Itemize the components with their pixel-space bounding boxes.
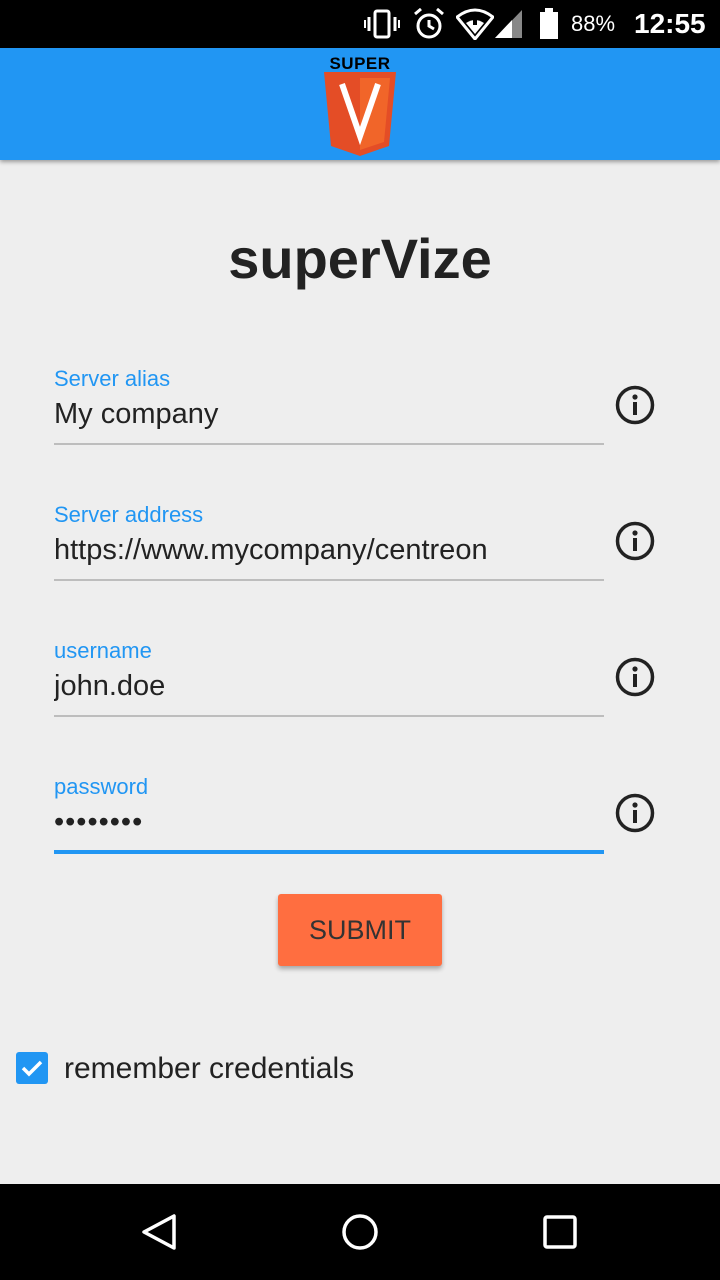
app-bar: SUPER V (0, 48, 720, 160)
remember-credentials-checkbox[interactable] (16, 1052, 48, 1084)
username-field: username (54, 638, 604, 722)
logo-shield-icon: V (324, 72, 396, 156)
server-alias-field: Server alias (54, 366, 604, 450)
username-underline (54, 715, 604, 717)
wifi-icon (456, 8, 494, 40)
server-address-underline (54, 579, 604, 581)
battery-percent: 88% (571, 11, 616, 36)
page-title: superVize (228, 227, 492, 290)
password-label: password (54, 774, 149, 799)
app-logo: SUPER V (322, 54, 398, 156)
username-label: username (54, 638, 152, 663)
server-address-label: Server address (54, 502, 204, 527)
password-input[interactable] (54, 800, 604, 844)
server-alias-input[interactable] (54, 392, 604, 436)
password-info-icon[interactable] (614, 792, 656, 834)
battery-icon (540, 8, 558, 39)
status-time: 12:55 (634, 8, 706, 39)
server-address-input[interactable] (54, 528, 604, 572)
password-field: password (54, 774, 604, 858)
username-input[interactable] (54, 664, 604, 708)
server-address-info-icon[interactable] (614, 520, 656, 562)
server-alias-info-icon[interactable] (614, 384, 656, 426)
status-bar: 88% 12:55 (0, 0, 720, 48)
home-icon[interactable] (336, 1208, 384, 1256)
server-alias-underline (54, 443, 604, 445)
remember-credentials-label: remember credentials (64, 1052, 355, 1085)
back-icon[interactable] (136, 1208, 184, 1256)
server-alias-label: Server alias (54, 366, 171, 391)
username-info-icon[interactable] (614, 656, 656, 698)
submit-button[interactable]: SUBMIT (278, 894, 442, 966)
logo-text: SUPER (329, 54, 391, 73)
signal-icon (495, 10, 522, 38)
alarm-icon (414, 8, 444, 39)
password-underline (54, 850, 604, 854)
checkmark-icon (21, 1060, 43, 1077)
recents-icon[interactable] (536, 1208, 584, 1256)
server-address-field: Server address (54, 502, 604, 586)
navigation-bar (0, 1184, 720, 1280)
vibrate-icon (364, 9, 400, 39)
